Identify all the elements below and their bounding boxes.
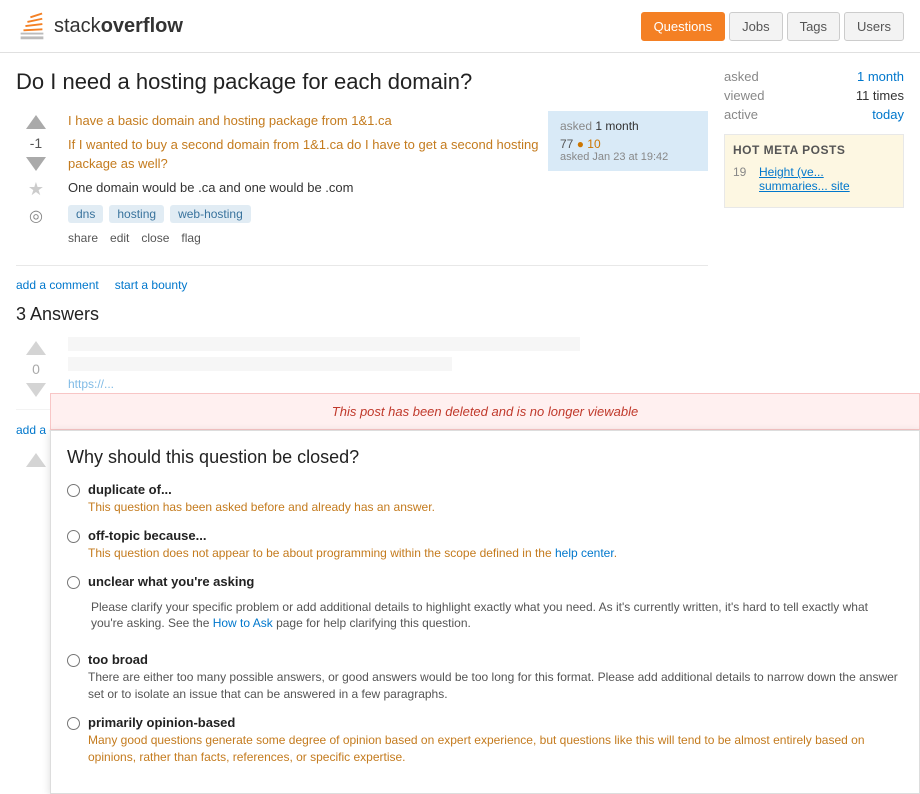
close-option-opinion-label[interactable]: primarily opinion-based Many good questi… (67, 715, 903, 766)
answer-text-placeholder (68, 337, 580, 351)
asked-date-label: asked (560, 119, 592, 133)
close-radio-unclear[interactable] (67, 576, 80, 589)
nav-jobs[interactable]: Jobs (729, 12, 782, 41)
eye-icon: ◎ (29, 206, 43, 226)
close-option-opinion-title: primarily opinion-based (88, 715, 903, 730)
post-actions: add a comment start a bounty (16, 278, 708, 292)
content-area: Do I need a hosting package for each dom… (16, 69, 708, 473)
nav-tags[interactable]: Tags (787, 12, 840, 41)
main-container: Do I need a hosting package for each dom… (0, 53, 920, 489)
close-dialog-title: Why should this question be closed? (67, 447, 903, 468)
tags-row: dns hosting web-hosting (68, 205, 708, 223)
hot-meta-title: HOT META POSTS (733, 143, 895, 157)
close-option-opinion-desc: Many good questions generate some degree… (88, 732, 903, 766)
answer-vote-down[interactable] (26, 383, 46, 397)
close-option-unclear-title: unclear what you're asking (88, 574, 254, 589)
answer-text-placeholder-2 (68, 357, 452, 371)
logo-icon (16, 8, 48, 44)
active-stat-value: today (872, 107, 904, 122)
close-option-duplicate-title: duplicate of... (88, 482, 435, 497)
close-option-toobroad-label[interactable]: too broad There are either too many poss… (67, 652, 903, 703)
viewed-stat-row: viewed 11 times (724, 88, 904, 103)
answer2-vote-up[interactable] (26, 453, 46, 467)
vote-section: -1 ★ ◎ (16, 111, 56, 253)
viewed-stat-label: viewed (724, 88, 764, 103)
asked-stat-value: 1 month (857, 69, 904, 84)
sidebar-stats: asked 1 month viewed 11 times active tod… (724, 69, 904, 122)
asked-date-value: 1 month (595, 119, 638, 133)
viewed-stat-value: 11 times (856, 88, 904, 103)
deleted-banner: This post has been deleted and is no lon… (50, 393, 920, 430)
answers-title: 3 Answers (16, 304, 708, 325)
hot-meta-link[interactable]: Height (ve... summaries... site (759, 165, 895, 193)
tag-hosting[interactable]: hosting (109, 205, 164, 223)
asked-date-full: asked Jan 23 at 19:42 (560, 151, 696, 163)
logo: stackoverflow (16, 8, 183, 44)
nav-users[interactable]: Users (844, 12, 904, 41)
asker-badge: ● 10 (577, 137, 601, 151)
close-option-unclear-label[interactable]: unclear what you're asking (67, 574, 903, 589)
close-radio-toobroad[interactable] (67, 654, 80, 667)
edit-link[interactable]: edit (110, 231, 129, 245)
actions-row: share edit close flag (68, 231, 708, 245)
answer-vote-count: 0 (32, 361, 40, 377)
hot-meta-count: 19 (733, 165, 753, 193)
question-body: asked 1 month 77 ● 10 asked Jan 23 at 19… (68, 111, 708, 253)
asked-stat-label: asked (724, 69, 759, 84)
close-link[interactable]: close (141, 231, 169, 245)
clarify-section: Please clarify your specific problem or … (67, 589, 903, 641)
hot-meta-item-1: 19 Height (ve... summaries... site (733, 165, 895, 193)
close-option-toobroad: too broad There are either too many poss… (67, 652, 903, 703)
close-radio-offtopic[interactable] (67, 530, 80, 543)
modal-overlay: This post has been deleted and is no lon… (50, 393, 920, 794)
answer-body: https://... (68, 337, 708, 397)
close-option-unclear: unclear what you're asking Please clarif… (67, 574, 903, 641)
close-option-toobroad-title: too broad (88, 652, 903, 667)
close-option-offtopic-title: off-topic because... (88, 528, 617, 543)
question-block: -1 ★ ◎ asked 1 month 77 ● 10 asked Jan 2… (16, 111, 708, 266)
answer-vote-section: 0 (16, 337, 56, 397)
question-line-3: One domain would be .ca and one would be… (68, 178, 708, 198)
clarify-desc: Please clarify your specific problem or … (91, 599, 903, 633)
vote-count: -1 (30, 135, 42, 151)
start-bounty-link[interactable]: start a bounty (115, 278, 188, 292)
close-option-offtopic: off-topic because... This question does … (67, 528, 903, 562)
how-to-ask-link[interactable]: How to Ask (213, 616, 273, 630)
favorite-star-icon[interactable]: ★ (28, 179, 44, 200)
active-stat-label: active (724, 107, 758, 122)
vote-down-button[interactable] (26, 157, 46, 171)
logo-text: stackoverflow (54, 15, 183, 38)
header: stackoverflow Questions Jobs Tags Users (0, 0, 920, 53)
add-comment-link[interactable]: add a comment (16, 278, 99, 292)
close-option-offtopic-desc: This question does not appear to be abou… (88, 545, 617, 562)
close-radio-duplicate[interactable] (67, 484, 80, 497)
close-option-opinion: primarily opinion-based Many good questi… (67, 715, 903, 766)
close-option-toobroad-desc: There are either too many possible answe… (88, 669, 903, 703)
close-radio-opinion[interactable] (67, 717, 80, 730)
flag-link[interactable]: flag (181, 231, 200, 245)
tag-web-hosting[interactable]: web-hosting (170, 205, 251, 223)
share-link[interactable]: share (68, 231, 98, 245)
close-option-duplicate: duplicate of... This question has been a… (67, 482, 903, 516)
close-option-offtopic-label[interactable]: off-topic because... This question does … (67, 528, 903, 562)
asked-stat-row: asked 1 month (724, 69, 904, 84)
help-center-link[interactable]: help center (555, 546, 614, 560)
asker-reputation: 77 (560, 137, 573, 151)
page-title: Do I need a hosting package for each dom… (16, 69, 708, 95)
answer-vote-up[interactable] (26, 341, 46, 355)
tag-dns[interactable]: dns (68, 205, 103, 223)
nav-questions[interactable]: Questions (641, 12, 726, 41)
asked-box: asked 1 month 77 ● 10 asked Jan 23 at 19… (548, 111, 708, 171)
vote-up-button[interactable] (26, 115, 46, 129)
close-option-duplicate-label[interactable]: duplicate of... This question has been a… (67, 482, 903, 516)
answer-link: https://... (68, 377, 708, 391)
active-stat-row: active today (724, 107, 904, 122)
nav-buttons: Questions Jobs Tags Users (641, 12, 904, 41)
close-dialog: Why should this question be closed? dupl… (50, 430, 920, 794)
hot-meta-widget: HOT META POSTS 19 Height (ve... summarie… (724, 134, 904, 208)
close-option-duplicate-desc: This question has been asked before and … (88, 499, 435, 516)
